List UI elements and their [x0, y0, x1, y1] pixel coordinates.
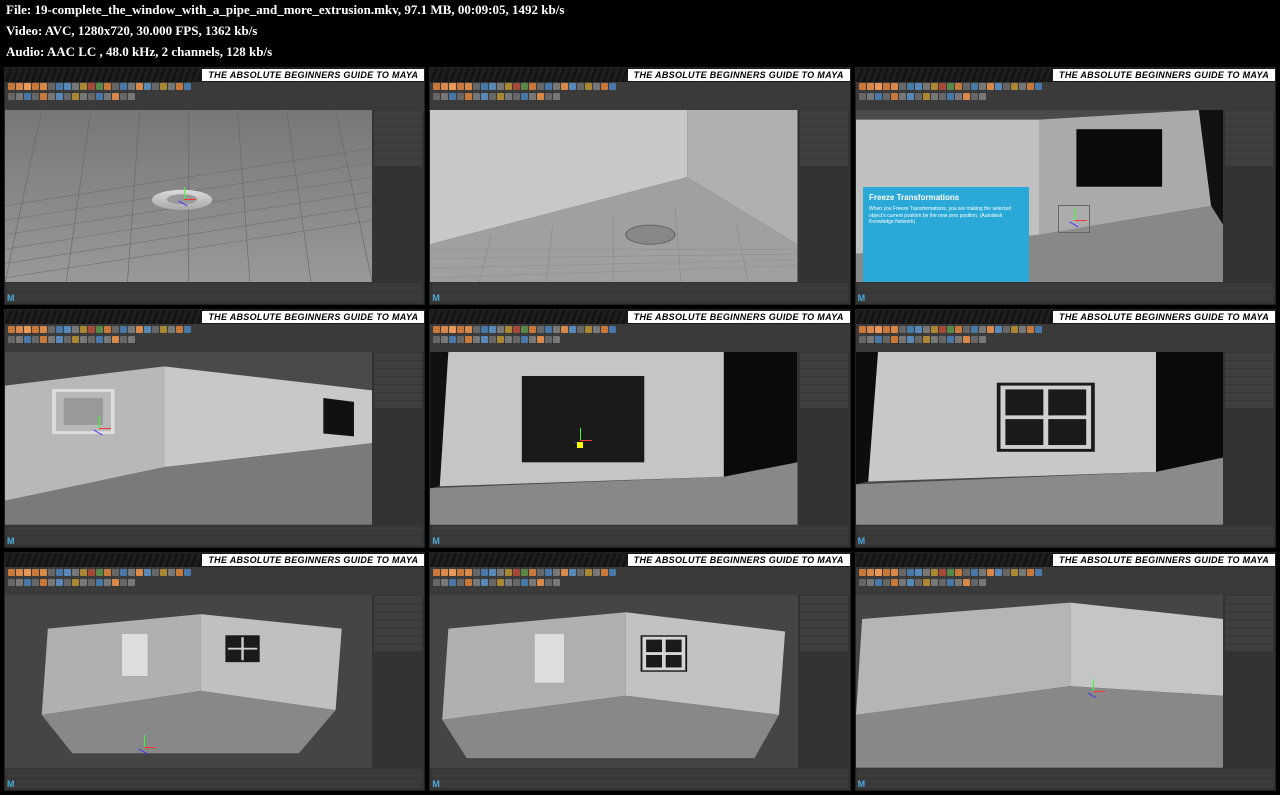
maya-logo-icon: M: [7, 536, 15, 546]
maya-logo-icon: M: [432, 536, 440, 546]
maya-timeline: [5, 282, 424, 304]
maya-viewport: [430, 595, 797, 768]
thumb-title: THE ABSOLUTE BEGINNERS GUIDE TO MAYA: [202, 554, 424, 566]
maya-toolbar: [856, 82, 1275, 110]
maya-logo-icon: M: [858, 779, 866, 789]
file-info-line-1: File: 19-complete_the_window_with_a_pipe…: [0, 0, 1280, 21]
maya-viewport: [856, 352, 1223, 525]
freeze-transformations-panel: Freeze Transformations When you Freeze T…: [863, 187, 1029, 282]
maya-toolbar: [5, 567, 424, 595]
maya-toolbar: [430, 324, 849, 352]
thumbnail-5: THE ABSOLUTE BEGINNERS GUIDE TO MAYA M: [429, 309, 850, 548]
transform-gizmo: [174, 189, 194, 209]
thumbnail-6: THE ABSOLUTE BEGINNERS GUIDE TO MAYA M: [855, 309, 1276, 548]
thumbnail-4: THE ABSOLUTE BEGINNERS GUIDE TO MAYA M: [4, 309, 425, 548]
gizmo-center: [577, 442, 583, 448]
maya-viewport: [430, 110, 797, 283]
thumb-title: THE ABSOLUTE BEGINNERS GUIDE TO MAYA: [628, 311, 850, 323]
thumbnail-3: THE ABSOLUTE BEGINNERS GUIDE TO MAYA Fre…: [855, 67, 1276, 306]
maya-logo-icon: M: [858, 293, 866, 303]
maya-viewport: Freeze Transformations When you Freeze T…: [856, 110, 1223, 283]
maya-toolbar: [856, 324, 1275, 352]
thumbnail-grid: THE ABSOLUTE BEGINNERS GUIDE TO MAYA: [0, 63, 1280, 795]
thumbnail-2: THE ABSOLUTE BEGINNERS GUIDE TO MAYA M: [429, 67, 850, 306]
maya-toolbar: [856, 567, 1275, 595]
maya-logo-icon: M: [7, 779, 15, 789]
maya-logo-icon: M: [858, 536, 866, 546]
maya-logo-icon: M: [7, 293, 15, 303]
transform-gizmo: [1083, 681, 1103, 701]
thumb-title: THE ABSOLUTE BEGINNERS GUIDE TO MAYA: [628, 69, 850, 81]
maya-toolbar: [430, 82, 849, 110]
thumbnail-8: THE ABSOLUTE BEGINNERS GUIDE TO MAYA M: [429, 552, 850, 791]
transform-gizmo: [89, 418, 109, 438]
maya-viewport: [430, 352, 797, 525]
thumbnail-9: THE ABSOLUTE BEGINNERS GUIDE TO MAYA M: [855, 552, 1276, 791]
info-panel-body: When you Freeze Transformations, you are…: [869, 206, 1023, 226]
file-info-line-3: Audio: AAC LC , 48.0 kHz, 2 channels, 12…: [0, 42, 1280, 63]
thumb-title: THE ABSOLUTE BEGINNERS GUIDE TO MAYA: [1053, 69, 1275, 81]
thumb-title: THE ABSOLUTE BEGINNERS GUIDE TO MAYA: [202, 69, 424, 81]
info-panel-title: Freeze Transformations: [869, 193, 1023, 202]
thumbnail-7: THE ABSOLUTE BEGINNERS GUIDE TO MAYA M: [4, 552, 425, 791]
small-cube: [1058, 205, 1090, 233]
maya-logo-icon: M: [432, 293, 440, 303]
maya-toolbar: [5, 324, 424, 352]
transform-gizmo: [134, 737, 154, 757]
maya-viewport: [856, 595, 1223, 768]
maya-sidebar: [372, 110, 424, 283]
thumb-title: THE ABSOLUTE BEGINNERS GUIDE TO MAYA: [1053, 554, 1275, 566]
thumb-title: THE ABSOLUTE BEGINNERS GUIDE TO MAYA: [202, 311, 424, 323]
thumbnail-1: THE ABSOLUTE BEGINNERS GUIDE TO MAYA: [4, 67, 425, 306]
thumb-title: THE ABSOLUTE BEGINNERS GUIDE TO MAYA: [628, 554, 850, 566]
maya-logo-icon: M: [432, 779, 440, 789]
thumb-title: THE ABSOLUTE BEGINNERS GUIDE TO MAYA: [1053, 311, 1275, 323]
maya-viewport: [5, 352, 372, 525]
maya-toolbar: [430, 567, 849, 595]
file-info-line-2: Video: AVC, 1280x720, 30.000 FPS, 1362 k…: [0, 21, 1280, 42]
title-bar: THE ABSOLUTE BEGINNERS GUIDE TO MAYA: [5, 68, 424, 82]
maya-toolbar: [5, 82, 424, 110]
maya-viewport: [5, 110, 372, 283]
maya-viewport: [5, 595, 372, 768]
